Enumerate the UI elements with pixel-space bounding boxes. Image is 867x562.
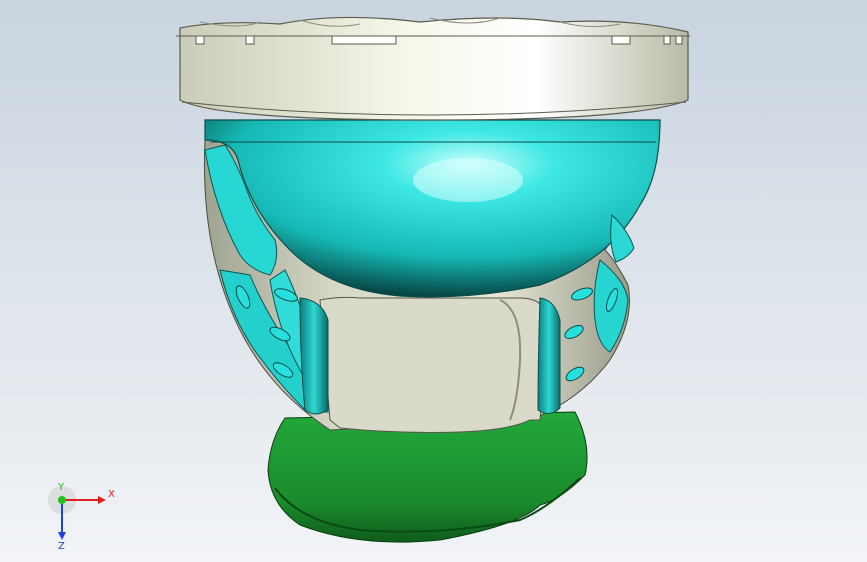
front-chute [299,296,561,433]
coordinate-triad: X Y Z [48,482,115,550]
graphics-viewport[interactable]: X Y Z [0,0,867,562]
y-axis-dot [58,496,66,504]
z-axis-label: Z [58,541,65,550]
y-axis-label: Y [57,482,65,493]
z-axis-arrow [58,532,66,540]
model-scene[interactable] [0,0,867,562]
x-axis-arrow [98,496,106,504]
x-axis-label: X [108,489,115,500]
top-rim [176,16,690,121]
